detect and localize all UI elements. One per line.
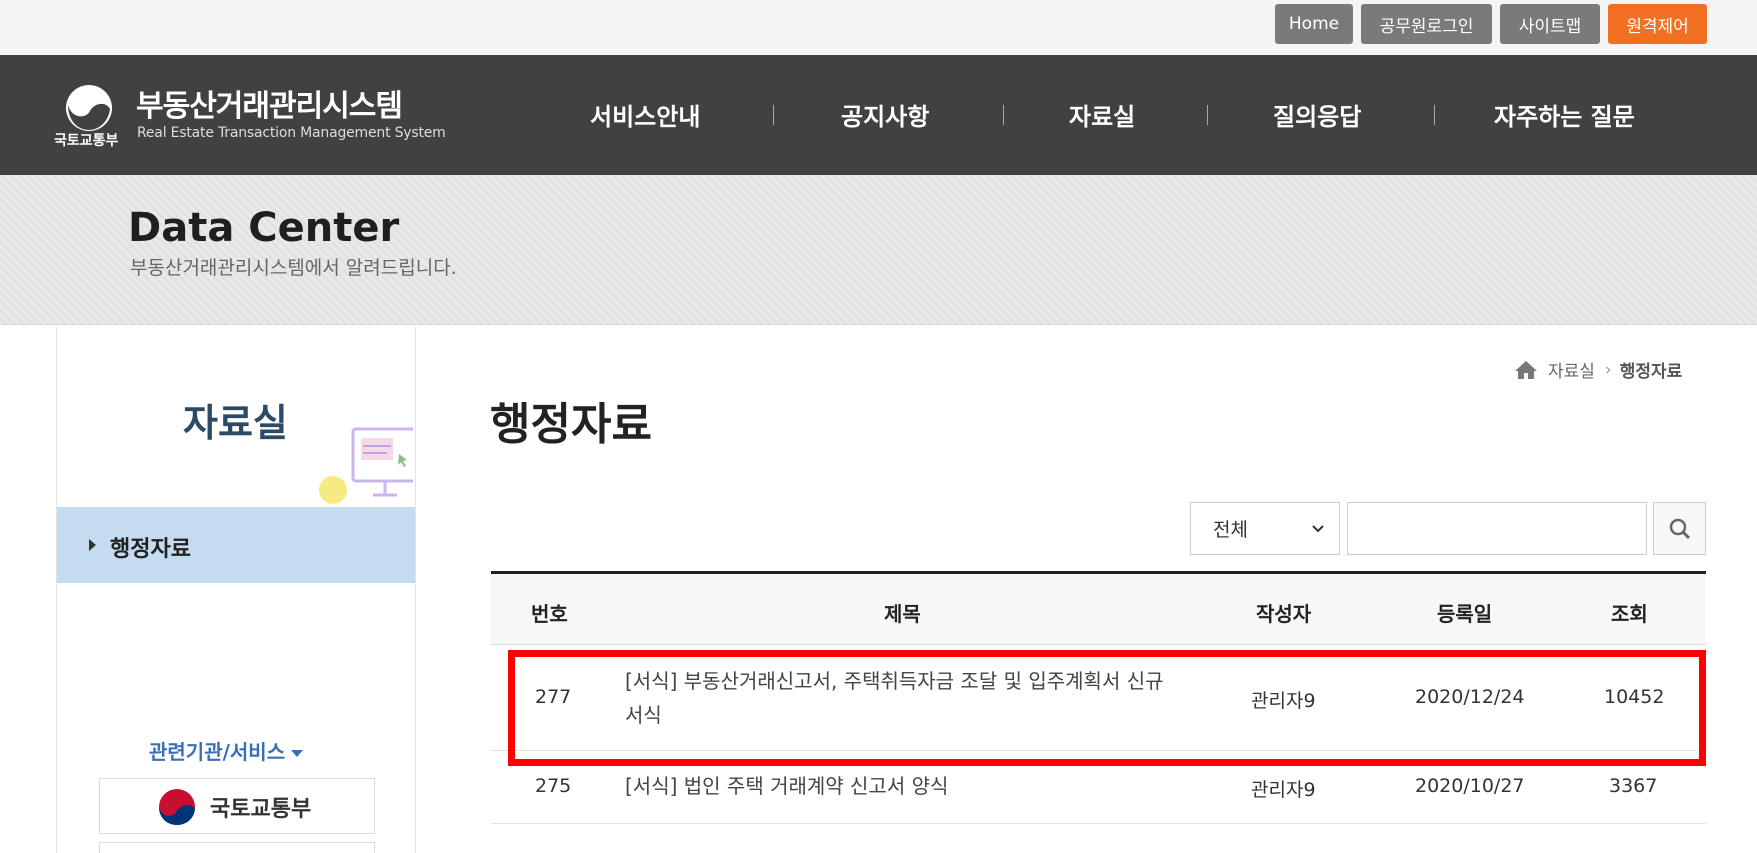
header-author: 작성자: [1256, 602, 1312, 626]
site-logo-subtitle: Real Estate Transaction Management Syste…: [137, 125, 446, 141]
nav-separator: [1003, 105, 1004, 125]
sidebar-item-label: 행정자료: [110, 537, 191, 562]
row-views: 10452: [1604, 686, 1665, 708]
sub-visual-banner: Data Center 부동산거래관리시스템에서 알려드립니다.: [0, 175, 1757, 325]
header-title: 제목: [884, 602, 921, 626]
board-table: 번호 제목 작성자 등록일 조회 277 [서식] 부동산거래신고서, 주택취득…: [491, 571, 1706, 824]
nav-separator: [1207, 105, 1208, 125]
breadcrumb: 자료실 › 행정자료: [1514, 357, 1682, 382]
row-date: 2020/12/24: [1415, 686, 1525, 708]
home-icon[interactable]: [1514, 360, 1538, 380]
taegeuk-emblem-icon[interactable]: [64, 83, 114, 133]
nav-notice[interactable]: 공지사항: [841, 97, 929, 132]
sitemap-button[interactable]: 사이트맵: [1500, 4, 1600, 44]
official-login-button[interactable]: 공무원로그인: [1361, 4, 1492, 44]
row-number: 275: [535, 775, 572, 797]
nav-faq[interactable]: 자주하는 질문: [1494, 97, 1635, 132]
related-services-toggle[interactable]: 관련기관/서비스: [149, 736, 304, 765]
triangle-right-icon: [89, 539, 96, 551]
row-author: 관리자9: [1251, 690, 1316, 712]
row-author: 관리자9: [1251, 779, 1316, 801]
partner-link-next[interactable]: [99, 842, 375, 853]
caret-down-icon: [291, 750, 304, 757]
partner-label: 국토교통부: [210, 797, 312, 822]
breadcrumb-current: 행정자료: [1619, 362, 1683, 382]
sidebar-item-admin-data[interactable]: 행정자료: [57, 507, 415, 583]
row-title-link[interactable]: [서식] 부동산거래신고서, 주택취득자금 조달 및 입주계획서 신규 서식: [625, 664, 1185, 732]
chevron-down-icon: [1312, 525, 1324, 533]
nav-separator: [773, 105, 774, 125]
banner-description: 부동산거래관리시스템에서 알려드립니다.: [130, 257, 457, 279]
main-header: 국토교통부 부동산거래관리시스템 Real Estate Transaction…: [0, 55, 1757, 175]
search-icon: [1669, 518, 1690, 539]
ministry-label: 국토교통부: [54, 133, 119, 149]
select-value: 전체: [1213, 519, 1248, 541]
banner-title: Data Center: [128, 205, 400, 251]
row-date: 2020/10/27: [1415, 775, 1525, 797]
row-title-link[interactable]: [서식] 법인 주택 거래계약 신고서 양식: [625, 769, 1185, 803]
table-header: 번호 제목 작성자 등록일 조회: [491, 571, 1706, 645]
partner-link-molit[interactable]: 국토교통부: [99, 778, 375, 834]
table-row[interactable]: 275 [서식] 법인 주택 거래계약 신고서 양식 관리자9 2020/10/…: [491, 751, 1706, 824]
search-input[interactable]: [1347, 502, 1647, 555]
site-logo-title[interactable]: 부동산거래관리시스템: [136, 81, 403, 125]
nav-data-center[interactable]: 자료실: [1069, 97, 1135, 132]
row-views: 3367: [1609, 775, 1658, 797]
nav-service-guide[interactable]: 서비스안내: [590, 97, 700, 132]
nav-separator: [1434, 105, 1435, 125]
utility-bar: Home 공무원로그인 사이트맵 원격제어: [0, 0, 1757, 55]
table-row[interactable]: 277 [서식] 부동산거래신고서, 주택취득자금 조달 및 입주계획서 신규 …: [491, 645, 1706, 751]
chevron-right-icon: ›: [1604, 359, 1612, 380]
home-button[interactable]: Home: [1275, 4, 1353, 44]
row-number: 277: [535, 686, 572, 708]
remote-control-button[interactable]: 원격제어: [1608, 4, 1707, 44]
page-title: 행정자료: [490, 399, 652, 450]
breadcrumb-parent[interactable]: 자료실: [1548, 357, 1595, 382]
related-services-label: 관련기관/서비스: [149, 740, 286, 764]
header-number: 번호: [531, 602, 568, 626]
nav-qna[interactable]: 질의응답: [1273, 97, 1361, 132]
computer-illustration-icon: [303, 426, 419, 511]
taegeuk-logo-icon: [159, 789, 195, 825]
left-sidebar: 자료실 행정자료 관련기관/서비스 국토교통부: [56, 326, 419, 853]
sidebar-title: 자료실: [183, 401, 288, 445]
search-button[interactable]: [1653, 502, 1706, 555]
header-date: 등록일: [1437, 602, 1493, 626]
search-category-select[interactable]: 전체: [1190, 502, 1340, 555]
header-views: 조회: [1611, 602, 1648, 626]
